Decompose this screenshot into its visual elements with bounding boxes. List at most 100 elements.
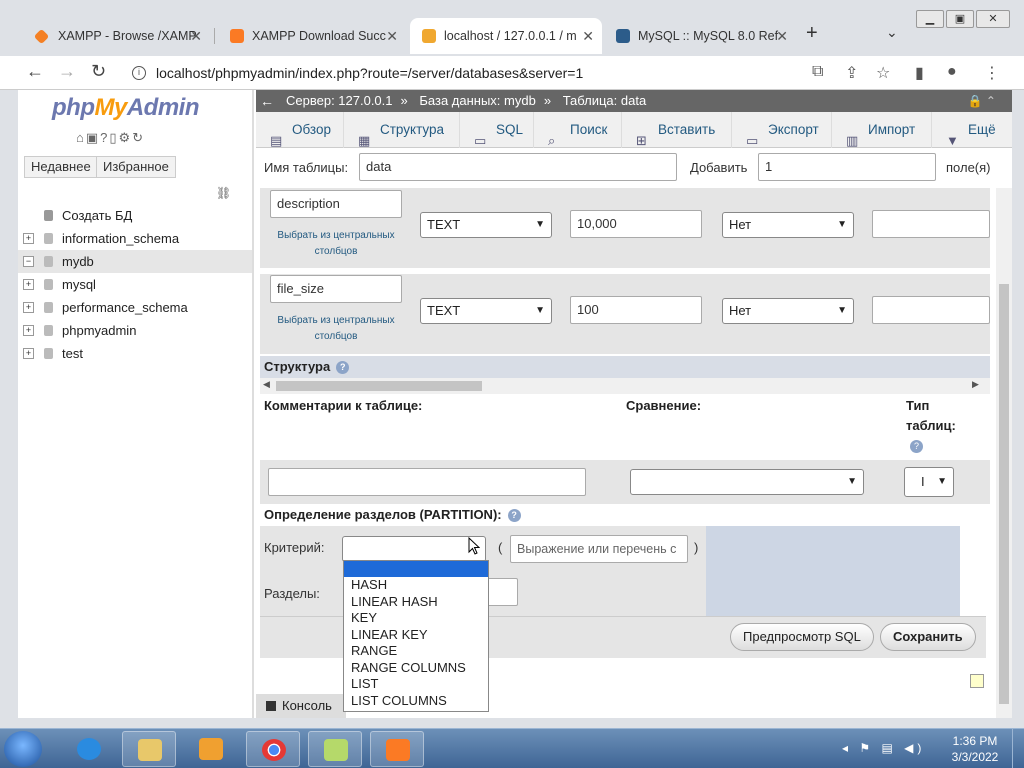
logout-icon[interactable]: ▣	[86, 130, 100, 145]
help-icon[interactable]: ?	[910, 440, 923, 453]
tree-item-performance-schema[interactable]: + performance_schema	[18, 296, 252, 319]
field-collation-input[interactable]	[872, 296, 990, 324]
taskbar-ie[interactable]	[62, 731, 116, 767]
dropdown-option-range-columns[interactable]: RANGE COLUMNS	[344, 660, 488, 677]
browser-tab-xampp-download[interactable]: XAMPP Download Succ ✕	[218, 18, 406, 54]
scroll-right-arrow-icon[interactable]: ▶	[972, 379, 979, 390]
tree-item-mydb[interactable]: − mydb	[18, 250, 252, 273]
dropdown-option-linear-key[interactable]: LINEAR KEY	[344, 627, 488, 644]
docs-icon[interactable]: ▯	[109, 130, 118, 145]
link-with-main-icon[interactable]: ⛓	[216, 186, 231, 200]
dropdown-option-linear-hash[interactable]: LINEAR HASH	[344, 594, 488, 611]
expand-icon[interactable]: +	[23, 233, 34, 244]
scrollbar-thumb[interactable]	[999, 284, 1009, 704]
breadcrumb-database[interactable]: База данных: mydb	[419, 93, 535, 108]
browser-tab-phpmyadmin[interactable]: localhost / 127.0.0.1 / m ✕	[410, 18, 602, 54]
tab-insert[interactable]: ⊞ Вставить	[622, 112, 732, 148]
tree-item-test[interactable]: + test	[18, 342, 252, 365]
browser-tab-xampp-browse[interactable]: XAMPP - Browse /XAMP ✕	[24, 18, 210, 54]
table-comments-input[interactable]	[268, 468, 586, 496]
taskbar-media-player[interactable]	[184, 731, 238, 767]
back-arrow-icon[interactable]: ←	[26, 61, 44, 82]
field-default-select[interactable]: Нет ▼	[722, 212, 854, 238]
taskbar-chrome[interactable]	[246, 731, 300, 767]
close-tab-icon[interactable]: ✕	[776, 18, 788, 54]
console-toggle[interactable]: Консоль	[256, 694, 346, 718]
notes-icon[interactable]	[970, 674, 984, 688]
translate-icon[interactable]: ⧉	[812, 63, 823, 81]
save-button[interactable]: Сохранить	[880, 623, 976, 651]
breadcrumb-server[interactable]: Сервер: 127.0.0.1	[286, 93, 393, 108]
preview-sql-button[interactable]: Предпросмотр SQL	[730, 623, 874, 651]
reload-icon[interactable]: ↻	[91, 61, 106, 82]
dropdown-option-range[interactable]: RANGE	[344, 643, 488, 660]
partition-criteria-select[interactable]: ▼	[342, 536, 486, 562]
vertical-scrollbar[interactable]	[996, 188, 1012, 718]
dropdown-option-hash[interactable]: HASH	[344, 577, 488, 594]
url-field[interactable]: i localhost/phpmyadmin/index.php?route=/…	[124, 59, 804, 87]
field-type-select[interactable]: TEXT ▼	[420, 212, 552, 238]
favorite-tables-button[interactable]: Избранное	[96, 156, 176, 178]
taskbar-explorer[interactable]	[122, 731, 176, 767]
site-info-icon[interactable]: i	[132, 66, 146, 80]
close-tab-icon[interactable]: ✕	[582, 18, 594, 54]
side-panel-icon[interactable]: ▮	[915, 63, 924, 83]
partition-expression-input[interactable]: Выражение или перечень с	[510, 535, 688, 563]
browser-tab-mysql[interactable]: MySQL :: MySQL 8.0 Ref ✕	[604, 18, 796, 54]
system-tray[interactable]: ◂ ⚑ ▤ ◀)	[842, 741, 925, 755]
maximize-button[interactable]: ▣	[946, 10, 974, 28]
breadcrumb-table[interactable]: Таблица: data	[563, 93, 647, 108]
tab-import[interactable]: ▥ Импорт	[832, 112, 932, 148]
expand-icon[interactable]: +	[23, 302, 34, 313]
field-default-select[interactable]: Нет ▼	[722, 298, 854, 324]
field-type-select[interactable]: TEXT ▼	[420, 298, 552, 324]
expand-icon[interactable]: +	[23, 348, 34, 359]
tree-item-phpmyadmin[interactable]: + phpmyadmin	[18, 319, 252, 342]
help-icon[interactable]: ?	[336, 361, 350, 375]
field-name-input[interactable]: description	[270, 190, 402, 218]
home-icon[interactable]: ⌂	[76, 130, 86, 145]
tree-item-mysql[interactable]: + mysql	[18, 273, 252, 296]
engine-select[interactable]: I ▼	[904, 467, 954, 497]
close-window-button[interactable]: ✕	[976, 10, 1010, 28]
collapse-sidebar-arrow-icon[interactable]: ←	[260, 90, 274, 112]
profile-avatar-icon[interactable]: ●	[947, 63, 957, 81]
taskbar-clock[interactable]: 1:36 PM 3/3/2022	[944, 733, 1006, 765]
field-length-input[interactable]: 100	[570, 296, 702, 324]
tree-item-information-schema[interactable]: + information_schema	[18, 227, 252, 250]
help-icon[interactable]: ?	[100, 130, 109, 145]
minimize-button[interactable]: ▁	[916, 10, 944, 28]
dropdown-option-list-columns[interactable]: LIST COLUMNS	[344, 693, 488, 710]
new-tab-button[interactable]: +	[806, 22, 818, 45]
horizontal-scrollbar[interactable]: ◀ ▶	[260, 378, 990, 394]
tab-export[interactable]: ▭ Экспорт	[732, 112, 832, 148]
tab-sql[interactable]: ▭ SQL	[460, 112, 534, 148]
show-desktop-button[interactable]	[1012, 729, 1024, 768]
add-fields-count-input[interactable]: 1	[758, 153, 936, 181]
pick-central-columns-link[interactable]: Выбрать из центральных столбцов	[270, 313, 402, 345]
tab-search[interactable]: ⌕ Поиск	[534, 112, 622, 148]
scrollbar-thumb[interactable]	[276, 381, 482, 391]
bookmark-star-icon[interactable]: ☆	[876, 63, 890, 83]
settings-gear-icon[interactable]: ⚙	[119, 130, 133, 145]
dropdown-option-key[interactable]: KEY	[344, 610, 488, 627]
pick-central-columns-link[interactable]: Выбрать из центральных столбцов	[270, 228, 402, 260]
field-length-input[interactable]: 10,000	[570, 210, 702, 238]
tab-browse[interactable]: ▤ Обзор	[256, 112, 344, 148]
forward-arrow-icon[interactable]: →	[58, 61, 76, 82]
field-name-input[interactable]: file_size	[270, 275, 402, 303]
tab-search-chevron-icon[interactable]: ⌄	[886, 24, 898, 41]
taskbar-xampp[interactable]	[370, 731, 424, 767]
lock-and-collapse-icons[interactable]: 🔒 ⌃	[968, 90, 996, 112]
field-collation-input[interactable]	[872, 210, 990, 238]
start-button[interactable]	[4, 731, 42, 767]
recent-tables-button[interactable]: Недавнее	[24, 156, 98, 178]
collation-select[interactable]: ▼	[630, 469, 864, 495]
browser-menu-icon[interactable]: ⋮	[984, 63, 1000, 83]
expand-icon[interactable]: +	[23, 279, 34, 290]
help-icon[interactable]: ?	[507, 509, 521, 523]
scroll-left-arrow-icon[interactable]: ◀	[263, 379, 270, 390]
tree-item-create-db[interactable]: Создать БД	[18, 204, 252, 227]
dropdown-option-list[interactable]: LIST	[344, 676, 488, 693]
taskbar-notepad[interactable]	[308, 731, 362, 767]
